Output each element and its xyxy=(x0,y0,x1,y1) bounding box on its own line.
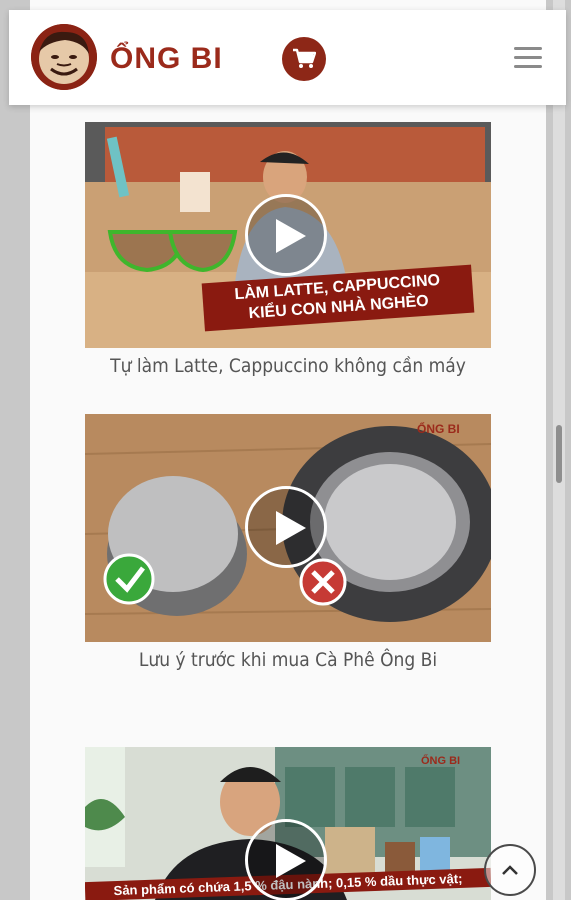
site-header: ỔNG BI xyxy=(9,10,566,105)
play-icon xyxy=(276,219,306,253)
founder-avatar-icon[interactable] xyxy=(31,24,97,90)
video-thumbnail-filter[interactable]: ỔNG BI xyxy=(85,414,491,642)
brand-name[interactable]: ỔNG BI xyxy=(110,42,223,76)
play-button[interactable] xyxy=(245,486,327,568)
video-caption[interactable]: Lưu ý trước khi mua Cà Phê Ông Bi xyxy=(30,649,546,671)
cart-button[interactable] xyxy=(282,37,326,81)
video-watermark: ỔNG BI xyxy=(417,422,460,436)
video-watermark: ỔNG BI xyxy=(421,755,461,767)
video-thumbnail-ingredients[interactable]: Sản phẩm có chứa 1,5 % đậu nành; 0,15 % … xyxy=(85,747,491,900)
back-to-top-button[interactable] xyxy=(484,844,536,896)
chevron-up-icon xyxy=(502,865,518,875)
play-button[interactable] xyxy=(245,194,327,276)
hamburger-menu-icon[interactable] xyxy=(514,47,542,69)
cart-icon xyxy=(293,48,316,68)
video-caption[interactable]: Tự làm Latte, Cappuccino không cần máy xyxy=(30,355,546,377)
play-button[interactable] xyxy=(245,819,327,900)
video-thumbnail-latte[interactable]: LÀM LATTE, CAPPUCCINO KIỂU CON NHÀ NGHÈO xyxy=(85,122,491,348)
play-icon xyxy=(276,844,306,878)
play-icon xyxy=(276,511,306,545)
scrollbar-thumb[interactable] xyxy=(556,425,562,483)
